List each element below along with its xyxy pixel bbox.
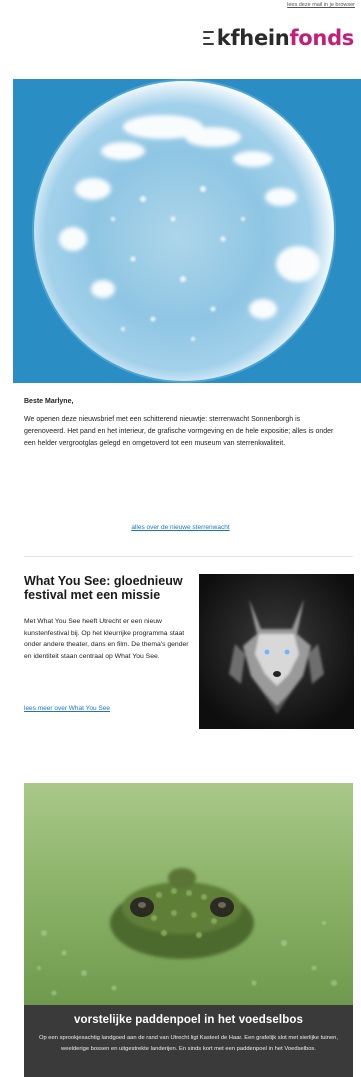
sun-illustration [13,79,361,383]
logo-text-suffix: fonds [289,25,354,50]
festival-article: What You See: gloednieuw festival met ee… [24,574,189,712]
article-title: What You See: gloednieuw festival met ee… [24,574,183,602]
sun-image[interactable] [13,79,361,383]
frog-image[interactable] [24,783,353,1005]
festival-link[interactable]: lees meer over What You See [24,705,110,712]
feature-caption: vorstelijke paddenpoel in het voedselbos… [24,1005,353,1077]
wolf-image[interactable] [199,574,354,729]
logo-mark-icon [202,31,214,45]
greeting: Beste Marlyne, [24,398,74,405]
feature-title: vorstelijke paddenpoel in het voedselbos [74,1014,303,1026]
frog-illustration [24,783,353,1005]
view-in-browser-link[interactable]: lees deze mail in je browser [287,2,355,8]
article-body: Met What You See heeft Utrecht er een ni… [24,618,189,660]
feature-body: Op een sprookjesachtig landgoed aan de r… [38,1035,339,1052]
logo-text-prefix: kfhein [216,25,290,50]
logo[interactable]: kfhein fonds [202,25,354,50]
intro-letter: Beste Marlyne, We openen deze nieuwsbrie… [24,396,342,450]
intro-paragraph: We openen deze nieuwsbrief met een schit… [24,416,334,447]
observatory-link[interactable]: alles over de nieuwe sterrenwacht [0,524,361,531]
wolf-illustration [199,574,354,729]
email-page: lees deze mail in je browser kfhein fond… [0,0,361,1077]
section-divider [24,556,353,557]
